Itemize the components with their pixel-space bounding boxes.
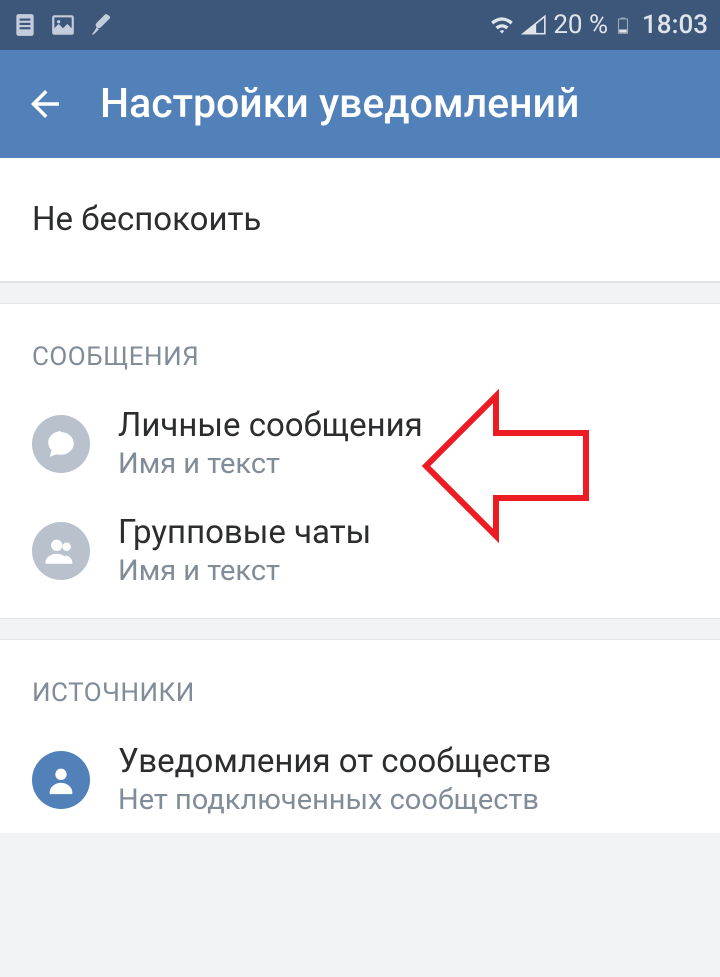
wifi-icon: [489, 12, 515, 38]
item-texts: Уведомления от сообществ Нет подключенны…: [118, 742, 551, 817]
status-right-icons: 20 % 18:03: [489, 10, 708, 40]
divider: [0, 618, 720, 640]
image-icon: [50, 12, 76, 38]
item-secondary: Нет подключенных сообществ: [118, 783, 551, 817]
sources-section: ИСТОЧНИКИ Уведомления от сообществ Нет п…: [0, 640, 720, 833]
do-not-disturb-label: Не беспокоить: [32, 200, 261, 239]
messages-section: СООБЩЕНИЯ Личные сообщения Имя и текст Г…: [0, 304, 720, 618]
app-header: Настройки уведомлений: [0, 50, 720, 158]
status-left-icons: [12, 12, 114, 38]
divider: [0, 282, 720, 304]
community-notifications-row[interactable]: Уведомления от сообществ Нет подключенны…: [0, 726, 720, 833]
person-icon: [32, 751, 90, 809]
item-primary: Групповые чаты: [118, 513, 371, 552]
brush-icon: [88, 12, 114, 38]
document-icon: [12, 12, 38, 38]
chat-bubble-icon: [32, 415, 90, 473]
item-texts: Групповые чаты Имя и текст: [118, 513, 371, 588]
sources-section-header: ИСТОЧНИКИ: [0, 640, 720, 726]
back-button[interactable]: [20, 79, 70, 129]
item-primary: Личные сообщения: [118, 406, 423, 445]
clock: 18:03: [642, 10, 708, 40]
group-chats-row[interactable]: Групповые чаты Имя и текст: [0, 497, 720, 618]
signal-icon: [521, 12, 547, 38]
group-icon: [32, 522, 90, 580]
item-primary: Уведомления от сообществ: [118, 742, 551, 781]
page-title: Настройки уведомлений: [100, 80, 579, 128]
messages-section-header: СООБЩЕНИЯ: [0, 304, 720, 390]
item-secondary: Имя и текст: [118, 554, 371, 588]
do-not-disturb-row[interactable]: Не беспокоить: [0, 158, 720, 282]
private-messages-row[interactable]: Личные сообщения Имя и текст: [0, 390, 720, 497]
status-bar: 20 % 18:03: [0, 0, 720, 50]
arrow-back-icon: [24, 83, 66, 125]
battery-icon: [614, 11, 632, 39]
item-texts: Личные сообщения Имя и текст: [118, 406, 423, 481]
item-secondary: Имя и текст: [118, 447, 423, 481]
battery-percent: 20 %: [553, 10, 608, 40]
